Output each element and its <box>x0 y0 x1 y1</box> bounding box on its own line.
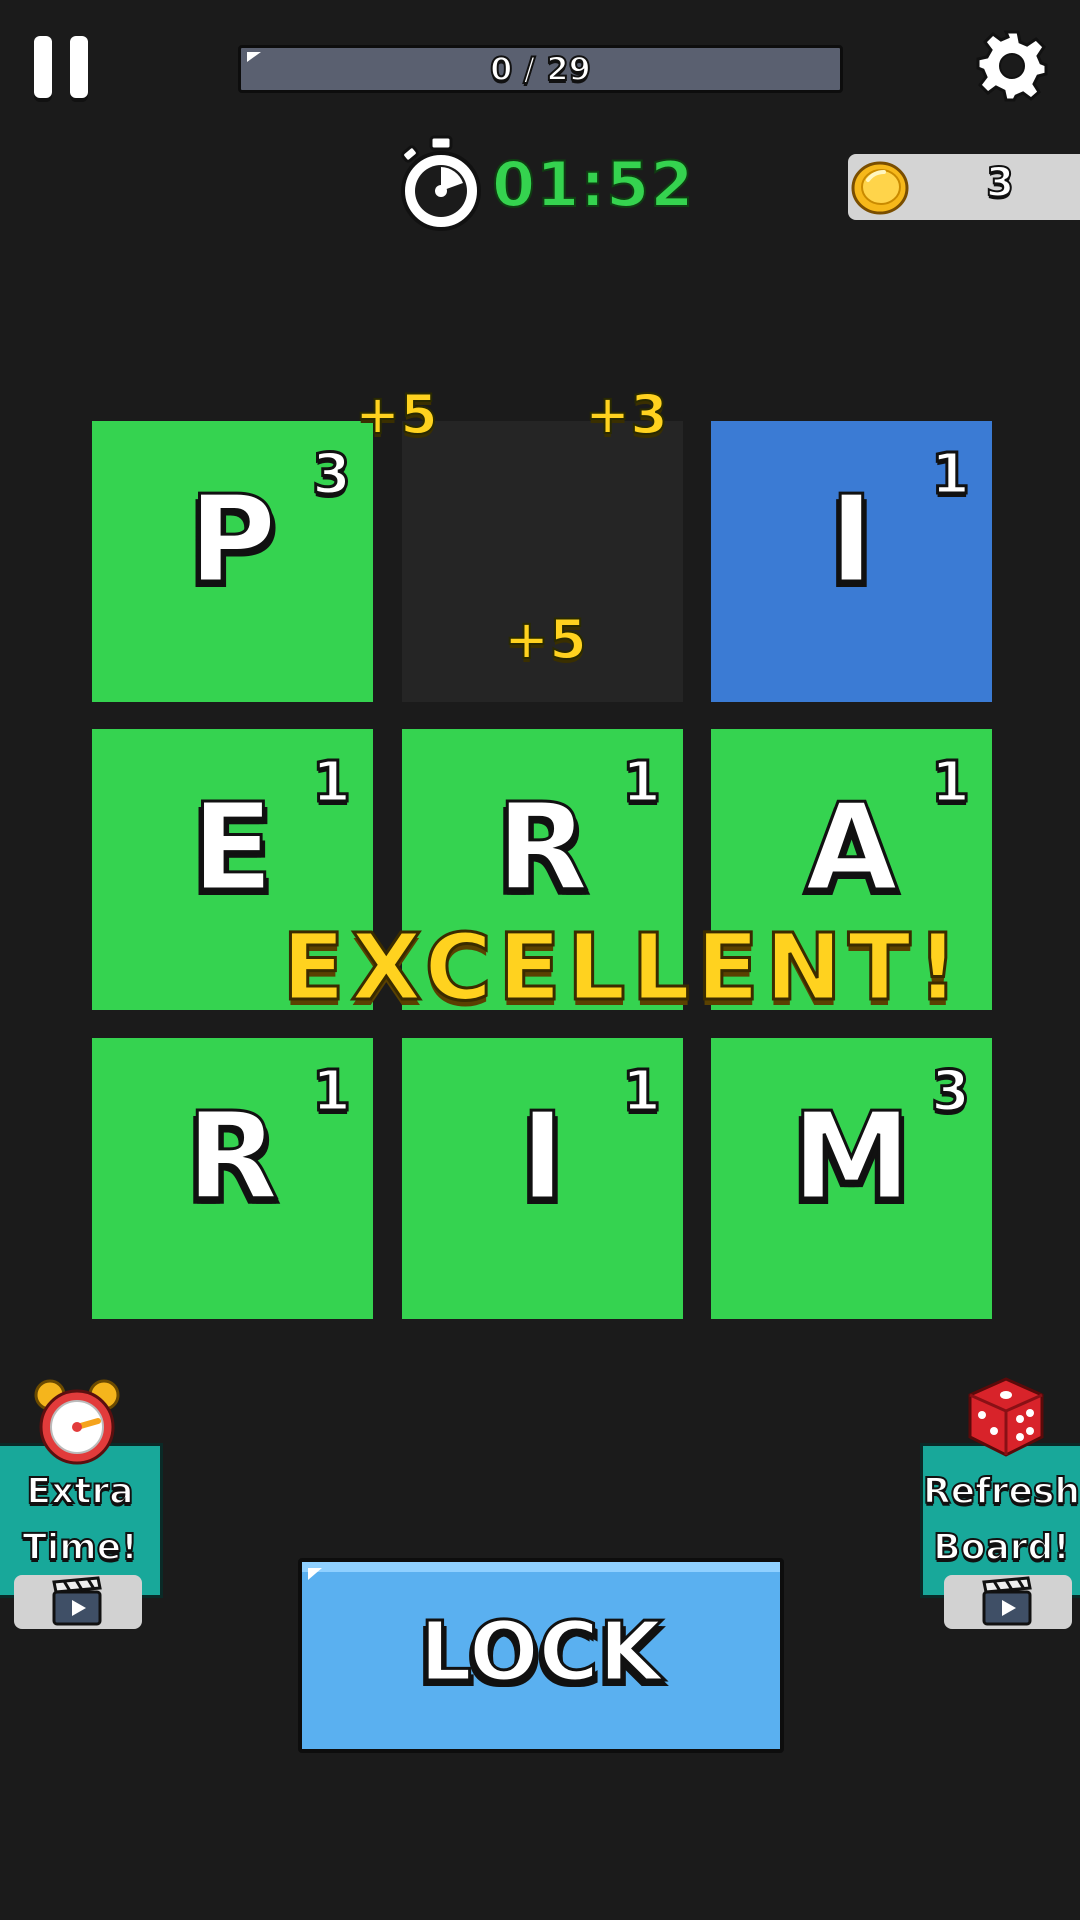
progress-label: 0 / 29 <box>489 49 592 89</box>
bonus-popup: +5 <box>503 608 588 671</box>
extra-time-label-line2: Time! <box>21 1526 138 1569</box>
clapperboard-icon <box>52 1576 102 1626</box>
stopwatch-icon <box>401 135 481 231</box>
letter-tile[interactable]: R 1 <box>92 1038 373 1319</box>
tile-score: 1 <box>311 1059 353 1124</box>
dice-icon <box>968 1377 1044 1457</box>
letter-tile[interactable]: M 3 <box>711 1038 992 1319</box>
alarm-clock-icon <box>34 1379 120 1465</box>
lock-button[interactable]: LOCK <box>298 1558 784 1753</box>
bonus-popup: +3 <box>584 383 669 446</box>
coin-icon <box>851 161 909 215</box>
pause-icon <box>34 36 52 98</box>
tile-score: 1 <box>621 1059 663 1124</box>
lock-button-label: LOCK <box>418 1605 664 1700</box>
bonus-popup: +5 <box>354 383 439 446</box>
extra-time-label-line1: Extra <box>25 1470 134 1513</box>
tile-score: 1 <box>930 750 972 815</box>
countdown-timer: 01:52 <box>491 147 695 222</box>
clapperboard-icon <box>982 1576 1032 1626</box>
tile-score: 1 <box>621 750 663 815</box>
refresh-board-label-line1: Refresh <box>922 1470 1080 1513</box>
level-progress-bar: 0 / 29 <box>238 45 843 93</box>
letter-tile[interactable]: I 1 <box>402 1038 683 1319</box>
coin-count: 3 <box>985 159 1015 207</box>
tile-score: 1 <box>930 442 972 507</box>
letter-tile[interactable]: P 3 <box>92 421 373 702</box>
tile-score: 3 <box>311 442 353 507</box>
tile-score: 1 <box>311 750 353 815</box>
pause-button[interactable] <box>34 36 88 98</box>
gear-icon[interactable] <box>976 30 1048 102</box>
letter-tile[interactable]: I 1 <box>711 421 992 702</box>
refresh-board-label-line2: Board! <box>932 1526 1070 1569</box>
tile-score: 3 <box>930 1059 972 1124</box>
feedback-banner: EXCELLENT! <box>281 914 965 1021</box>
